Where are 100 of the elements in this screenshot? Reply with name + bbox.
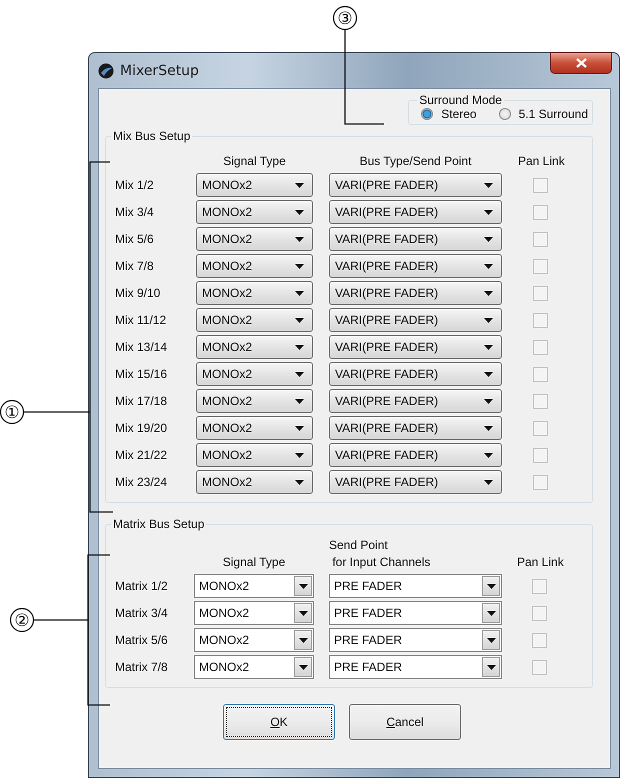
row-label: Matrix 5/6 (115, 633, 169, 647)
dropdown-button[interactable] (482, 630, 500, 650)
app-icon (98, 62, 114, 78)
row-label: Matrix 3/4 (115, 606, 169, 620)
dropdown-arrow-icon (484, 372, 493, 376)
signal-type-dropdown[interactable]: MONOx2 (196, 254, 313, 278)
dropdown-arrow-icon (484, 480, 493, 484)
dropdown-button[interactable] (482, 576, 500, 596)
bus-type-dropdown[interactable]: VARI(PRE FADER) (329, 335, 502, 359)
row-label: Mix 5/6 (115, 232, 155, 246)
dropdown-arrow-icon (486, 610, 496, 616)
dropdown-arrow-icon (484, 210, 493, 214)
signal-type-dropdown[interactable]: MONOx2 (196, 389, 313, 413)
dropdown-arrow-icon (484, 426, 493, 430)
dropdown-arrow-icon (295, 210, 304, 214)
dropdown-button[interactable] (294, 630, 312, 650)
close-icon (576, 58, 586, 68)
signal-type-dropdown[interactable]: MONOx2 (196, 443, 313, 467)
bus-type-dropdown[interactable]: VARI(PRE FADER) (329, 227, 502, 251)
callout-number: ② (10, 608, 34, 632)
dropdown-arrow-icon (298, 584, 308, 588)
dropdown-arrow-icon (484, 452, 493, 458)
row-label: Mix 23/24 (115, 475, 168, 489)
close-button[interactable] (550, 52, 612, 74)
signal-type-dropdown[interactable]: MONOx2 (196, 227, 313, 251)
signal-type-dropdown[interactable]: MONOx2 (196, 200, 313, 224)
dropdown-arrow-icon (484, 344, 493, 350)
bus-type-dropdown[interactable]: VARI(PRE FADER) (329, 200, 502, 224)
signal-type-dropdown[interactable]: MONOx2 (196, 173, 313, 197)
signal-type-dropdown[interactable]: MONOx2 (196, 308, 313, 332)
signal-type-dropdown[interactable]: MONOx2 (194, 601, 314, 625)
bus-type-dropdown[interactable]: VARI(PRE FADER) (329, 470, 502, 494)
signal-type-dropdown[interactable]: MONOx2 (194, 655, 314, 679)
bus-type-dropdown[interactable]: VARI(PRE FADER) (329, 416, 502, 440)
row-label: Mix 15/16 (115, 367, 168, 381)
signal-type-dropdown[interactable]: MONOx2 (194, 574, 314, 598)
ok-button[interactable]: OK (223, 704, 335, 740)
dropdown-arrow-icon (295, 182, 304, 188)
bus-type-dropdown[interactable]: VARI(PRE FADER) (329, 362, 502, 386)
dropdown-arrow-icon (295, 398, 304, 404)
send-point-dropdown[interactable]: PRE FADER (329, 655, 502, 679)
signal-type-dropdown[interactable]: MONOx2 (196, 362, 313, 386)
callout-number: ① (0, 400, 24, 424)
dropdown-arrow-icon (295, 264, 304, 268)
window-title: MixerSetup (120, 62, 199, 78)
row-label: Mix 1/2 (115, 178, 155, 192)
bus-type-dropdown[interactable]: VARI(PRE FADER) (329, 281, 502, 305)
bus-type-dropdown[interactable]: VARI(PRE FADER) (329, 254, 502, 278)
column-header: Bus Type/Send Point (358, 153, 472, 170)
dropdown-arrow-icon (295, 318, 304, 322)
bus-type-dropdown[interactable]: VARI(PRE FADER) (329, 173, 502, 197)
signal-type-dropdown[interactable]: MONOx2 (196, 281, 313, 305)
dropdown-arrow-icon (484, 264, 493, 268)
dropdown-arrow-icon (484, 398, 493, 404)
dropdown-arrow-icon (486, 584, 496, 588)
dropdown-arrow-icon (484, 318, 493, 322)
send-point-dropdown[interactable]: PRE FADER (329, 574, 502, 598)
send-point-dropdown[interactable]: PRE FADER (329, 628, 502, 652)
signal-type-dropdown[interactable]: MONOx2 (194, 628, 314, 652)
dropdown-arrow-icon (484, 290, 493, 296)
bus-type-dropdown[interactable]: VARI(PRE FADER) (329, 308, 502, 332)
dropdown-arrow-icon (295, 372, 304, 376)
dropdown-button[interactable] (294, 657, 312, 677)
row-label: Mix 11/12 (115, 313, 168, 327)
send-point-dropdown[interactable]: PRE FADER (329, 601, 502, 625)
row-label: Mix 7/8 (115, 259, 155, 273)
dropdown-arrow-icon (295, 480, 304, 484)
dropdown-arrow-icon (295, 236, 304, 242)
signal-type-dropdown[interactable]: MONOx2 (196, 470, 313, 494)
dropdown-arrow-icon (298, 664, 308, 670)
row-label: Matrix 7/8 (115, 660, 169, 674)
surround-radio[interactable]: 5.1 Surround (498, 107, 588, 121)
dropdown-arrow-icon (295, 290, 304, 296)
row-label: Mix 13/14 (115, 340, 168, 354)
row-label: Matrix 1/2 (115, 579, 169, 593)
row-label: Mix 17/18 (115, 394, 168, 408)
dropdown-arrow-icon (484, 236, 493, 242)
column-header: Signal Type (222, 153, 287, 170)
dropdown-arrow-icon (484, 182, 493, 188)
bus-type-dropdown[interactable]: VARI(PRE FADER) (329, 443, 502, 467)
group-label: Surround Mode (418, 93, 503, 107)
dropdown-arrow-icon (486, 664, 496, 670)
row-label: Mix 3/4 (115, 205, 155, 219)
dropdown-button[interactable] (294, 576, 312, 596)
surround-radio[interactable]: Stereo (421, 107, 477, 121)
callout-number: ③ (332, 6, 358, 30)
dropdown-arrow-icon (295, 452, 304, 458)
signal-type-dropdown[interactable]: MONOx2 (196, 335, 313, 359)
dropdown-button[interactable] (482, 603, 500, 623)
signal-type-dropdown[interactable]: MONOx2 (196, 416, 313, 440)
group-label: Mix Bus Setup (112, 129, 192, 143)
row-label: Mix 9/10 (115, 286, 162, 300)
column-header: Signal Type (222, 554, 286, 571)
dropdown-arrow-icon (298, 638, 308, 642)
row-label: Mix 19/20 (115, 421, 168, 435)
dropdown-button[interactable] (482, 657, 500, 677)
cancel-button[interactable]: Cancel (349, 704, 461, 740)
dropdown-button[interactable] (294, 603, 312, 623)
bus-type-dropdown[interactable]: VARI(PRE FADER) (329, 389, 502, 413)
group-label: Matrix Bus Setup (112, 517, 206, 531)
